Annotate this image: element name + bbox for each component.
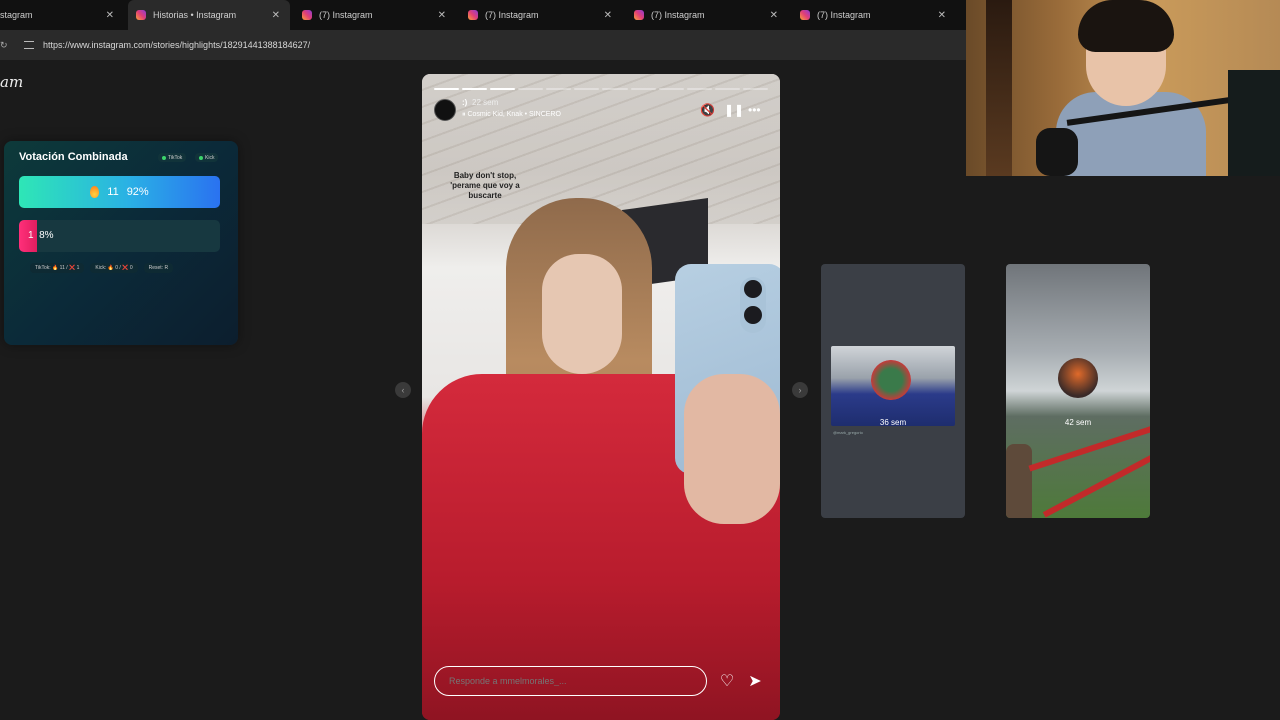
stat-tiktok: TikTok: 🔥 11 / ❌ 1 [30,263,85,273]
vote-option-no-bar: 1 8% [19,220,220,252]
stat-kick: Kick: 🔥 0 / ❌ 0 [90,263,138,273]
vote-widget: Votación Combinada TikTok Kick 11 92% 1 … [4,141,238,345]
browser-tab[interactable]: (7) Instagram ✕ [294,0,456,30]
story-thumbnail[interactable]: 36 sem @mark_gregorio [821,264,965,518]
story-progress-segment [546,88,572,90]
browser-tab[interactable]: (7) Instagram ✕ [626,0,788,30]
chevron-right-icon: › [798,385,802,395]
story-progress-bar [434,88,768,90]
more-icon[interactable]: ••• [748,103,761,117]
instagram-icon [468,10,478,20]
send-icon[interactable]: ➤ [745,671,765,691]
url-text[interactable]: https://www.instagram.com/stories/highli… [43,40,310,50]
story-image-face [542,254,622,374]
pause-icon[interactable]: ❚❚ [724,103,744,117]
browser-tab[interactable]: stagram ✕ [0,0,124,30]
vote-option-yes-count: 11 [107,186,119,198]
webcam-person-hair [1078,0,1174,52]
story-overlay-text: Baby don't stop, 'perame que voy a busca… [450,171,520,200]
story-progress-segment [462,88,488,90]
browser-tab-active[interactable]: Historias • Instagram ✕ [128,0,290,30]
story-username[interactable]: :) [462,98,467,107]
story-progress-segment [490,88,516,90]
stat-reset: Reset: R [143,263,174,273]
tab-title: Historias • Instagram [153,10,237,20]
thumbnail-avatar [1058,358,1098,398]
music-icon: ⏸ [462,111,466,118]
reply-input[interactable] [434,666,707,696]
instagram-logo[interactable]: am [0,73,23,91]
tab-title: (7) Instagram [485,10,539,20]
fire-icon [90,186,100,198]
story-progress-segment [602,88,628,90]
story-progress-segment [658,88,684,90]
tab-title: (7) Instagram [651,10,705,20]
thumbnail-time: 42 sem [1064,418,1092,427]
instagram-icon [302,10,312,20]
story-image-lens [744,280,762,298]
thumbnail-time: 36 sem [879,418,907,427]
vote-option-no-text: 1 8% [28,230,54,241]
mute-icon[interactable]: 🔇 [700,103,715,117]
thumbnail-caption: @mark_gregorio [833,430,863,435]
heart-icon[interactable]: ♡ [717,671,737,691]
vote-option-yes-bar: 11 92% [19,176,220,208]
tab-title: stagram [0,10,33,20]
story-music[interactable]: ⏸ Cosmic Kid, Knak • SINCERO [462,111,561,119]
webcam-overlay [966,0,1280,176]
story-progress-segment [630,88,656,90]
webcam-microphone [1036,128,1078,176]
story-progress-segment [714,88,740,90]
vote-option-no-count: 1 [28,230,34,241]
vote-stats: TikTok: 🔥 11 / ❌ 1 Kick: 🔥 0 / ❌ 0 Reset… [30,263,174,273]
close-icon[interactable]: ✕ [438,10,446,21]
tab-title: (7) Instagram [319,10,373,20]
instagram-icon [800,10,810,20]
story-image-lens [744,306,762,324]
chevron-left-icon: ‹ [401,385,405,395]
close-icon[interactable]: ✕ [604,10,612,21]
story-thumbnail[interactable]: 42 sem [1006,264,1150,518]
story-image-hand [684,374,780,524]
reload-icon[interactable]: ↻ [0,40,8,51]
story-time: 22 sem [472,98,499,107]
status-dot-icon [199,155,203,160]
close-icon[interactable]: ✕ [272,10,280,21]
instagram-icon [634,10,644,20]
tiktok-label: TikTok [168,154,183,161]
tiktok-badge: TikTok [158,153,187,162]
tab-title: (7) Instagram [817,10,871,20]
status-dot-icon [162,155,166,160]
vote-option-no-percent: 8% [39,230,54,241]
webcam-guitar [986,0,1012,176]
avatar[interactable] [434,99,456,121]
story-music-label: Cosmic Kid, Knak • SINCERO [467,111,561,118]
browser-tab-bar: stagram ✕ Historias • Instagram ✕ (7) In… [0,0,966,30]
close-icon[interactable]: ✕ [770,10,778,21]
vote-option-yes-percent: 92% [126,186,149,198]
story-viewer[interactable]: :) 22 sem ⏸ Cosmic Kid, Knak • SINCERO 🔇… [422,74,780,720]
browser-tab[interactable]: (7) Instagram ✕ [792,0,956,30]
webcam-rack [1228,70,1280,176]
instagram-icon [136,10,146,20]
thumbnail-post [1006,444,1032,518]
kick-label: Kick [205,154,215,161]
next-story-button[interactable]: › [792,382,808,398]
close-icon[interactable]: ✕ [938,10,946,21]
story-progress-segment [518,88,544,90]
kick-badge: Kick [195,153,219,162]
browser-tab[interactable]: (7) Instagram ✕ [460,0,622,30]
story-progress-segment [742,88,768,90]
story-progress-segment [574,88,600,90]
vote-title: Votación Combinada [19,151,128,163]
thumbnail-avatar [871,360,911,400]
story-progress-segment [686,88,712,90]
site-settings-icon[interactable] [24,41,34,49]
address-bar[interactable]: ↻ https://www.instagram.com/stories/high… [0,30,966,60]
story-progress-segment [434,88,460,90]
close-icon[interactable]: ✕ [106,10,114,21]
previous-story-button[interactable]: ‹ [395,382,411,398]
